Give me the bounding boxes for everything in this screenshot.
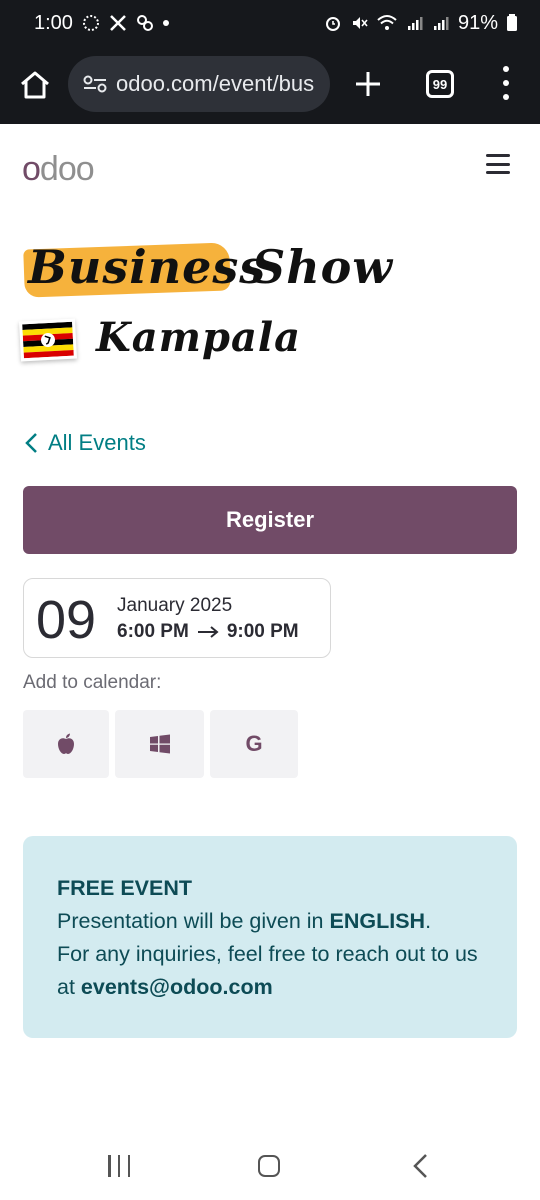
wifi-icon xyxy=(377,15,397,30)
arrow-right-icon xyxy=(197,626,219,638)
info-inquiry-line: For any inquiries, feel free to reach ou… xyxy=(57,942,478,999)
notification-dot xyxy=(162,20,169,26)
status-time: 1:00 xyxy=(34,11,73,34)
info-language: ENGLISH xyxy=(329,909,426,933)
hero-title-line-2: Kampala xyxy=(18,312,320,372)
url-text[interactable]: odoo.com/event/bus xyxy=(116,71,314,97)
system-navigation-bar xyxy=(0,1130,540,1200)
app-notification-icon xyxy=(136,15,153,31)
event-end-time: 9:00 PM xyxy=(226,621,299,642)
event-info-box: FREE EVENT Presentation will be given in… xyxy=(23,836,517,1038)
windows-icon xyxy=(149,734,170,754)
event-time-range: 6:00 PM 9:00 PM xyxy=(117,621,299,643)
tab-switcher-button[interactable]: 99 xyxy=(426,70,454,98)
x-logo-icon xyxy=(110,15,126,31)
status-right: 91% xyxy=(324,12,518,35)
info-email[interactable]: events@odoo.com xyxy=(81,975,273,999)
browser-menu-icon[interactable] xyxy=(500,66,512,100)
event-month-year: January 2025 xyxy=(117,595,233,616)
recent-apps-icon[interactable] xyxy=(108,1155,130,1177)
register-button[interactable]: Register xyxy=(23,486,517,554)
home-icon[interactable] xyxy=(18,68,52,102)
event-start-time: 6:00 PM xyxy=(117,621,189,642)
chevron-left-icon xyxy=(25,433,37,453)
hamburger-menu-icon[interactable] xyxy=(486,154,510,174)
signal-icon-2 xyxy=(433,17,449,30)
alarm-icon xyxy=(325,17,340,31)
battery-percent: 91% xyxy=(457,11,498,34)
outlook-calendar-button[interactable] xyxy=(115,710,204,778)
address-bar[interactable]: odoo.com/event/bus xyxy=(68,56,330,112)
odoo-logo[interactable]: odoo xyxy=(22,150,95,189)
loading-icon xyxy=(82,15,99,31)
hero-word-kampala: Kampala xyxy=(96,314,302,361)
mute-icon xyxy=(352,17,368,29)
apple-icon xyxy=(58,733,74,754)
add-to-calendar-label: Add to calendar: xyxy=(23,672,162,693)
home-nav-icon[interactable] xyxy=(258,1155,280,1177)
site-header: odoo xyxy=(0,124,540,208)
status-left: 1:00 xyxy=(34,12,169,35)
browser-toolbar: odoo.com/event/bus 99 xyxy=(0,46,540,124)
info-language-line: Presentation will be given in ENGLISH. xyxy=(57,909,432,933)
battery-icon xyxy=(507,14,517,31)
apple-calendar-button[interactable] xyxy=(23,710,109,778)
site-settings-icon[interactable] xyxy=(82,73,108,95)
back-nav-icon[interactable] xyxy=(410,1153,432,1179)
google-calendar-button[interactable]: G xyxy=(210,710,298,778)
uganda-flag-icon xyxy=(18,318,78,362)
all-events-link[interactable]: All Events xyxy=(24,430,146,456)
hero-word-show: Show xyxy=(252,240,393,294)
event-day: 09 xyxy=(36,590,97,650)
new-tab-icon[interactable] xyxy=(352,68,384,100)
all-events-label: All Events xyxy=(48,430,146,455)
signal-icon xyxy=(407,17,423,30)
hero-word-business: Business xyxy=(28,240,267,294)
event-date-card: 09 January 2025 6:00 PM 9:00 PM xyxy=(23,578,331,658)
google-icon: G xyxy=(245,731,263,756)
info-title: FREE EVENT xyxy=(57,876,192,900)
status-bar: 1:00 91% xyxy=(0,0,540,46)
